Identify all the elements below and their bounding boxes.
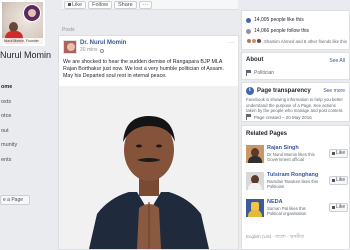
post-author-name[interactable]: Dr. Nurul Momin — [80, 40, 126, 47]
related-page-like-button[interactable]: Like — [329, 176, 348, 185]
related-page-avatar — [246, 199, 264, 217]
nav-item-photos[interactable]: otos — [0, 109, 58, 124]
page-title[interactable]: Nurul Momin — [0, 50, 51, 60]
page-action-bar: Like Follow Share ··· — [62, 0, 238, 10]
related-page-item[interactable]: Rajan Singh Dr Nurul Momin likes this Go… — [246, 145, 350, 167]
community-card: 14,005 people like this 14,066 people fo… — [241, 10, 350, 50]
transparency-see-more-link[interactable]: See more — [323, 88, 345, 94]
friends-like-row[interactable]: Shamim Ahmed and 8 other friends like th… — [246, 38, 347, 44]
transparency-title-row: Page transparency — [246, 87, 311, 95]
rss-icon — [246, 28, 251, 34]
posts-section-label: Posts — [62, 27, 75, 33]
right-column: 14,005 people like this 14,066 people fo… — [241, 0, 350, 250]
flag-icon — [246, 70, 251, 76]
about-card: About See All Politician — [241, 52, 350, 80]
related-page-description: Dr Nurul Momin likes this Government off… — [267, 152, 315, 162]
nav-item-home[interactable]: ome — [0, 80, 58, 95]
page-created-row: Page created – 20 May 2016 — [246, 114, 312, 120]
related-page-name[interactable]: Rajan Singh — [267, 145, 299, 151]
post-header: Dr. Nurul Momin 20 mins — [63, 40, 126, 54]
post-author-avatar[interactable] — [63, 40, 77, 54]
more-options-button[interactable]: ··· — [138, 0, 153, 9]
thumbs-up-icon — [68, 3, 71, 6]
info-icon — [246, 87, 254, 95]
post-text: We are shocked to hear the sudden demise… — [63, 59, 224, 79]
post-card: Dr. Nurul Momin 20 mins ··· We are shock… — [58, 35, 239, 250]
related-page-item[interactable]: NEDA Suman Pal likes this Political orga… — [246, 199, 350, 221]
thumbs-up-icon — [332, 206, 335, 209]
related-page-description: Suman Pal likes this Political organisat… — [267, 206, 307, 216]
left-column: Nurul Momin, Founder Nurul Momin ome ost… — [0, 0, 58, 250]
flag-icon — [246, 114, 251, 120]
like-page-button[interactable]: Like — [64, 0, 87, 9]
share-page-button[interactable]: Share — [114, 0, 137, 9]
page-transparency-card: Page transparency See more Facebook is s… — [241, 82, 350, 122]
related-page-description: Ramdas Tanuken likes this Politician — [267, 179, 319, 189]
related-page-like-button[interactable]: Like — [329, 203, 348, 212]
post-photo[interactable] — [59, 86, 238, 249]
nav-item-about[interactable]: out — [0, 124, 58, 139]
follows-row: 14,066 people follow this — [246, 28, 309, 34]
related-pages-card: Related Pages Rajan Singh Dr Nurul Momin… — [241, 125, 350, 250]
related-page-name[interactable]: NEDA — [267, 199, 283, 205]
nav-item-posts[interactable]: osts — [0, 95, 58, 110]
thumbs-up-icon — [332, 179, 335, 182]
language-links[interactable]: English (US) · বাংলা · অসমীয়া — [246, 234, 304, 241]
related-pages-title: Related Pages — [246, 131, 288, 137]
thumbs-up-icon — [332, 152, 335, 155]
page-nav: ome osts otos out munity ents — [0, 80, 58, 167]
create-page-button[interactable]: e a Page — [0, 195, 30, 205]
thumbs-up-icon — [246, 17, 251, 23]
nav-item-community[interactable]: munity — [0, 138, 58, 153]
related-page-avatar — [246, 172, 264, 190]
post-photo-image — [59, 86, 238, 249]
related-page-item[interactable]: Tulsiram Ronghang Ramdas Tanuken likes t… — [246, 172, 350, 194]
about-see-all-link[interactable]: See All — [329, 58, 345, 64]
profile-caption: Nurul Momin, Founder — [2, 38, 43, 44]
post-menu-button[interactable]: ··· — [228, 40, 234, 46]
globe-icon — [99, 48, 104, 53]
category-row: Politician — [246, 70, 274, 76]
about-title: About — [246, 57, 264, 63]
party-badge-image — [23, 4, 41, 22]
related-page-name[interactable]: Tulsiram Ronghang — [267, 172, 318, 178]
related-page-avatar — [246, 145, 264, 163]
likes-row: 14,005 people like this — [246, 17, 304, 23]
nav-item-events[interactable]: ents — [0, 153, 58, 168]
transparency-text: Facebook is showing information to help … — [246, 97, 344, 113]
profile-picture[interactable]: Nurul Momin, Founder — [0, 0, 45, 46]
friend-avatars — [246, 38, 262, 44]
post-timestamp[interactable]: 20 mins — [80, 47, 126, 54]
follow-page-button[interactable]: Follow — [88, 0, 112, 9]
related-page-like-button[interactable]: Like — [329, 149, 348, 158]
